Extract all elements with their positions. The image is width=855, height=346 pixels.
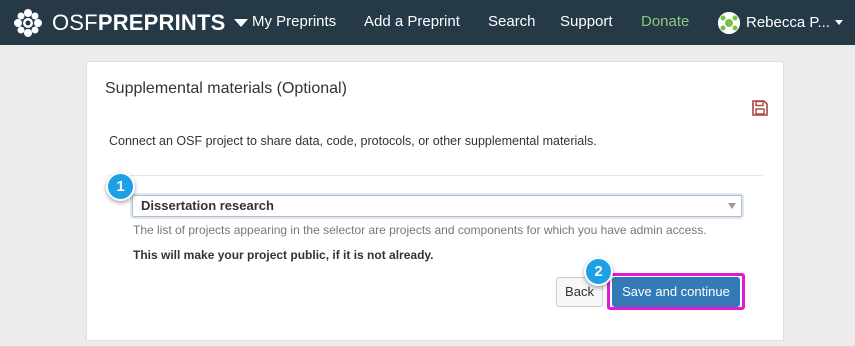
- callout-2: 2: [584, 257, 613, 286]
- supplemental-materials-panel: Supplemental materials (Optional) Connec…: [86, 61, 784, 341]
- nav-search[interactable]: Search: [488, 0, 536, 45]
- user-name: Rebecca P...: [746, 14, 830, 31]
- nav-support[interactable]: Support: [560, 0, 613, 45]
- panel-description: Connect an OSF project to share data, co…: [109, 134, 597, 148]
- callout-1: 1: [106, 172, 135, 201]
- caret-down-icon: [233, 18, 248, 27]
- brand-preprints: PREPRINTS: [97, 9, 226, 35]
- panel-title: Supplemental materials (Optional): [105, 80, 347, 97]
- public-warning: This will make your project public, if i…: [133, 248, 434, 262]
- caret-down-icon: [834, 20, 843, 25]
- top-navbar: OSFPREPRINTS My Preprints Add a Preprint…: [0, 0, 855, 45]
- brand-title: OSFPREPRINTS: [52, 10, 226, 36]
- avatar: [718, 11, 740, 34]
- osf-logo-icon: [14, 8, 42, 37]
- nav-donate[interactable]: Donate: [641, 0, 689, 45]
- project-select[interactable]: Dissertation research: [132, 195, 742, 217]
- brand-osf: OSF: [52, 9, 98, 35]
- user-menu[interactable]: Rebecca P...: [718, 0, 843, 45]
- save-and-continue-button[interactable]: Save and continue: [612, 277, 740, 307]
- avatar-icon: [718, 11, 740, 34]
- nav-my-preprints[interactable]: My Preprints: [252, 0, 336, 45]
- project-select-help: The list of projects appearing in the se…: [133, 223, 707, 237]
- dropdown-arrow-icon: [728, 203, 736, 209]
- floppy-disk-icon[interactable]: [751, 99, 769, 117]
- nav-add-preprint[interactable]: Add a Preprint: [364, 0, 460, 45]
- divider: [109, 175, 763, 176]
- project-select-value: Dissertation research: [141, 198, 274, 213]
- brand-menu[interactable]: OSFPREPRINTS: [12, 7, 248, 39]
